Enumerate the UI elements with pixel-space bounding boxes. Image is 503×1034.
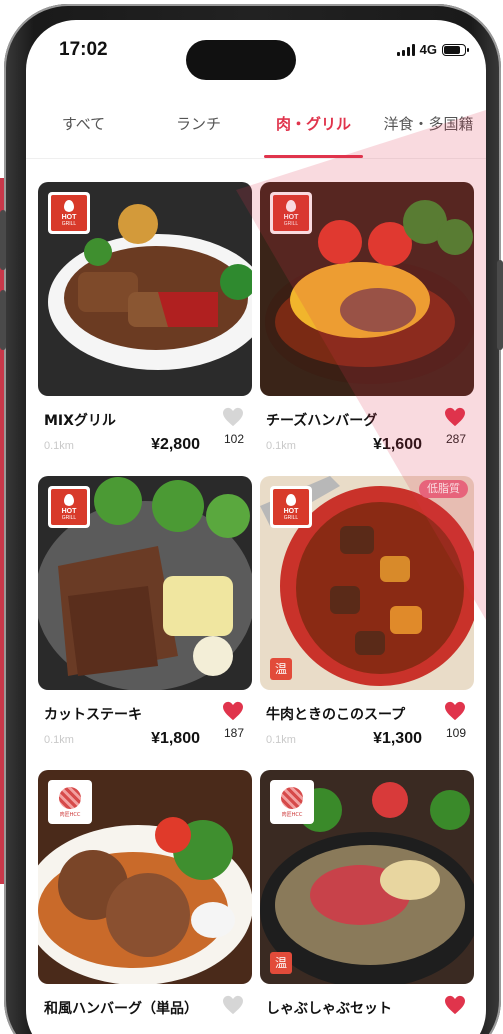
tab-western[interactable]: 洋食・多国籍 — [371, 110, 486, 158]
food-photo: 肉匠HCC — [38, 770, 252, 984]
food-photo: HOT GRILL 低脂質 温 — [260, 476, 474, 690]
item-name: チーズハンバーグ — [266, 413, 378, 429]
price-label: ¥1,600 — [373, 436, 422, 453]
dynamic-island — [186, 40, 296, 80]
hot-grill-logo: HOT GRILL — [270, 192, 312, 234]
meat-shop-logo: 肉匠HCC — [48, 780, 92, 824]
food-photo: 肉匠HCC 温 — [260, 770, 474, 984]
heart-icon[interactable] — [222, 701, 244, 721]
price-label: ¥2,800 — [151, 436, 200, 453]
battery-level — [444, 45, 460, 54]
item-name: MIXグリル — [44, 413, 116, 429]
menu-card[interactable]: HOT GRILL カットステーキ 187 0.1km ¥1,800 — [38, 476, 252, 766]
like-count: 287 — [445, 432, 466, 446]
menu-card[interactable]: HOT GRILL MIXグリル 102 0.1km ¥2,800 — [38, 182, 252, 472]
meat-shop-logo: 肉匠HCC — [270, 780, 314, 824]
low-fat-tag: 低脂質 — [419, 480, 468, 498]
hot-grill-logo: HOT GRILL — [48, 192, 90, 234]
tab-all[interactable]: すべて — [26, 110, 141, 158]
like-count: 187 — [223, 726, 244, 740]
item-name: しゃぶしゃぶセット — [266, 1001, 392, 1017]
food-photo: HOT GRILL — [260, 182, 474, 396]
power-button — [497, 260, 503, 350]
app-screenshot: 17:02 4G すべて ランチ 肉・グリル 洋食・多国籍 HOT GRILL … — [0, 0, 503, 1034]
heart-icon[interactable] — [444, 407, 466, 427]
menu-card[interactable]: HOT GRILL チーズハンバーグ 287 0.1km ¥1,600 — [260, 182, 474, 472]
signal-icon — [396, 43, 415, 56]
warm-tag: 温 — [270, 952, 292, 974]
item-name: カットステーキ — [44, 707, 142, 723]
distance-label: 0.1km — [44, 440, 74, 452]
like-count: 102 — [223, 432, 244, 446]
volume-button — [0, 290, 6, 350]
hot-grill-logo: HOT GRILL — [270, 486, 312, 528]
network-label: 4G — [419, 42, 437, 57]
heart-icon[interactable] — [222, 407, 244, 427]
menu-card[interactable]: 肉匠HCC 和風ハンバーグ（単品） — [38, 770, 252, 1034]
item-name: 和風ハンバーグ（単品） — [44, 1001, 198, 1017]
phone-screen: 17:02 4G すべて ランチ 肉・グリル 洋食・多国籍 HOT GRILL … — [26, 20, 486, 1034]
distance-label: 0.1km — [44, 734, 74, 746]
price-label: ¥1,300 — [373, 730, 422, 747]
tab-lunch[interactable]: ランチ — [141, 110, 256, 158]
distance-label: 0.1km — [266, 440, 296, 452]
distance-label: 0.1km — [266, 734, 296, 746]
tabs-divider — [26, 158, 486, 159]
price-label: ¥1,800 — [151, 730, 200, 747]
volume-button — [0, 210, 6, 270]
status-time: 17:02 — [59, 39, 108, 60]
category-tabs: すべて ランチ 肉・グリル 洋食・多国籍 — [26, 110, 486, 158]
like-count: 109 — [445, 726, 466, 740]
tab-meat-grill[interactable]: 肉・グリル — [256, 110, 371, 158]
hot-grill-logo: HOT GRILL — [48, 486, 90, 528]
heart-icon[interactable] — [222, 995, 244, 1015]
menu-card[interactable]: HOT GRILL 低脂質 温 牛肉ときのこのスープ 109 0.1km ¥1,3… — [260, 476, 474, 766]
battery-icon — [442, 43, 469, 56]
food-photo: HOT GRILL — [38, 182, 252, 396]
menu-card[interactable]: 肉匠HCC 温 しゃぶしゃぶセット — [260, 770, 474, 1034]
heart-icon[interactable] — [444, 701, 466, 721]
warm-tag: 温 — [270, 658, 292, 680]
status-indicators: 4G — [396, 42, 469, 57]
item-name: 牛肉ときのこのスープ — [266, 707, 406, 723]
food-photo: HOT GRILL — [38, 476, 252, 690]
heart-icon[interactable] — [444, 995, 466, 1015]
